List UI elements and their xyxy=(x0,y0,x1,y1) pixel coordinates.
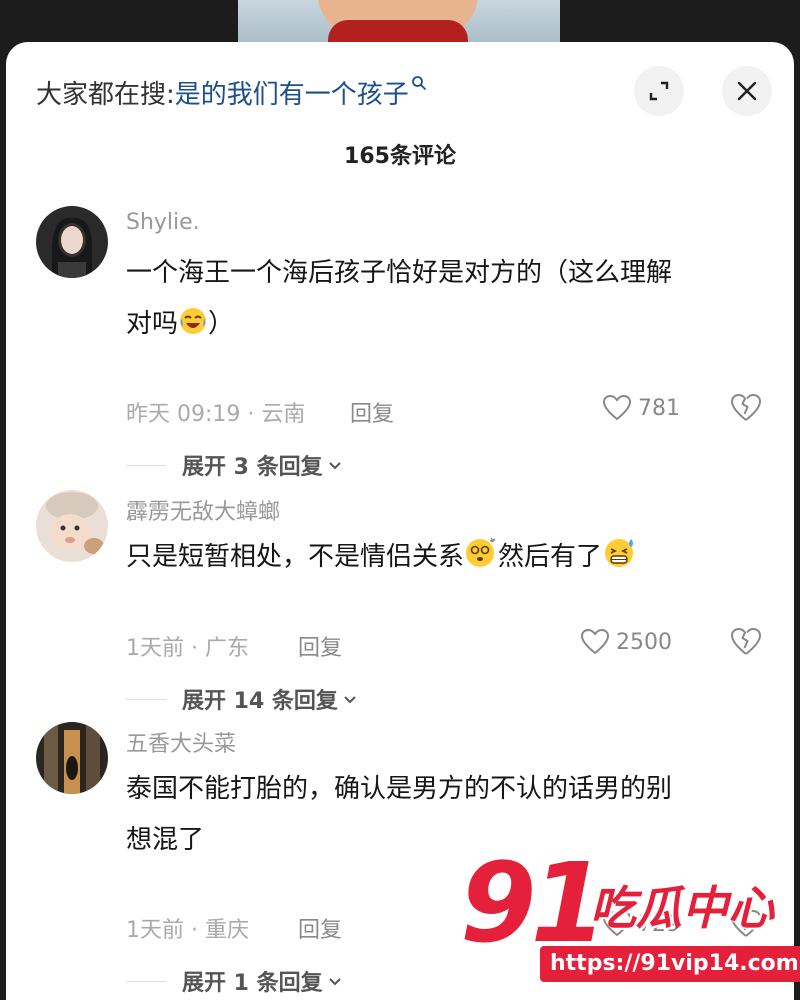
comment-text: 一个海王一个海后孩子恰好是对方的（这么理解 对吗 ） xyxy=(126,248,756,350)
comment-text-line: 对吗 ） xyxy=(126,299,756,350)
expand-replies-label: 展开 14 条回复 xyxy=(182,689,338,714)
heart-icon xyxy=(602,394,632,421)
comment-count: 165条评论 xyxy=(344,144,456,169)
expand-replies-button[interactable]: 展开 14 条回复 xyxy=(126,684,358,714)
comment-time-location: 1天前 · 重庆 xyxy=(126,918,249,943)
expand-replies-button[interactable]: 展开 3 条回复 xyxy=(126,450,343,480)
watermark: 91 吃瓜中心 https://91vip14.com xyxy=(460,839,800,988)
comment-text-line: 泰国不能打胎的，确认是男方的不认的话男的别 xyxy=(126,774,673,804)
comment-text-line: 只是短暂相处，不是情侣关系 然后有了 xyxy=(126,532,756,583)
divider-line xyxy=(126,980,166,982)
sweat-grin-emoji-icon xyxy=(605,539,634,567)
avatar-image xyxy=(36,490,108,562)
expand-replies-label: 展开 3 条回复 xyxy=(182,455,323,480)
search-query-link[interactable]: 是的我们有一个孩子 xyxy=(175,74,409,111)
chevron-down-icon xyxy=(328,978,341,986)
avatar-image xyxy=(36,722,108,794)
watermark-brand: 吃瓜中心 xyxy=(590,881,774,935)
dizzy-face-emoji-icon xyxy=(466,537,496,567)
search-suggestion[interactable]: 大家都在搜: 是的我们有一个孩子 xyxy=(36,72,427,112)
search-prefix: 大家都在搜: xyxy=(36,79,175,110)
close-icon xyxy=(737,81,757,101)
watermark-number: 91 xyxy=(460,839,607,967)
chevron-down-icon xyxy=(344,696,356,704)
search-icon xyxy=(411,76,426,90)
comment-text-line: 一个海王一个海后孩子恰好是对方的（这么理解 xyxy=(126,258,673,288)
divider-line xyxy=(126,698,166,700)
comment-text: 只是短暂相处，不是情侣关系 然后有了 xyxy=(126,532,756,583)
expand-replies-label: 展开 1 条回复 xyxy=(182,971,323,996)
heart-icon xyxy=(580,628,610,655)
comment-meta: 昨天 09:19 · 云南 回复 781 xyxy=(126,393,766,428)
avatar-image xyxy=(36,206,108,278)
comment-time-location: 1天前 · 广东 xyxy=(126,636,249,661)
comment-time-location: 昨天 09:19 · 云南 xyxy=(126,402,306,427)
like-count: 781 xyxy=(638,395,680,421)
avatar[interactable] xyxy=(36,490,108,562)
expand-replies-button[interactable]: 展开 1 条回复 xyxy=(126,966,343,996)
close-button[interactable] xyxy=(722,66,772,116)
divider-line xyxy=(126,464,166,466)
username[interactable]: Shylie. xyxy=(126,210,200,235)
expand-button[interactable] xyxy=(634,66,684,116)
like-button[interactable]: 2500 xyxy=(580,628,672,656)
broken-heart-icon[interactable] xyxy=(730,393,762,423)
username[interactable]: 五香大头菜 xyxy=(126,726,236,758)
chevron-down-icon xyxy=(328,462,341,470)
expand-icon xyxy=(649,81,669,101)
username[interactable]: 霹雳无敌大蟑螂 xyxy=(126,494,280,526)
reply-button[interactable]: 回复 xyxy=(298,630,342,662)
laughing-crying-emoji-icon xyxy=(180,308,207,334)
reply-button[interactable]: 回复 xyxy=(298,912,342,944)
avatar[interactable] xyxy=(36,206,108,278)
reply-button[interactable]: 回复 xyxy=(350,396,394,428)
watermark-url: https://91vip14.com xyxy=(540,946,800,982)
like-button[interactable]: 781 xyxy=(602,394,680,422)
avatar[interactable] xyxy=(36,722,108,794)
like-count: 2500 xyxy=(616,629,672,655)
broken-heart-icon[interactable] xyxy=(730,627,762,657)
comment-meta: 1天前 · 广东 回复 2500 xyxy=(126,627,766,662)
